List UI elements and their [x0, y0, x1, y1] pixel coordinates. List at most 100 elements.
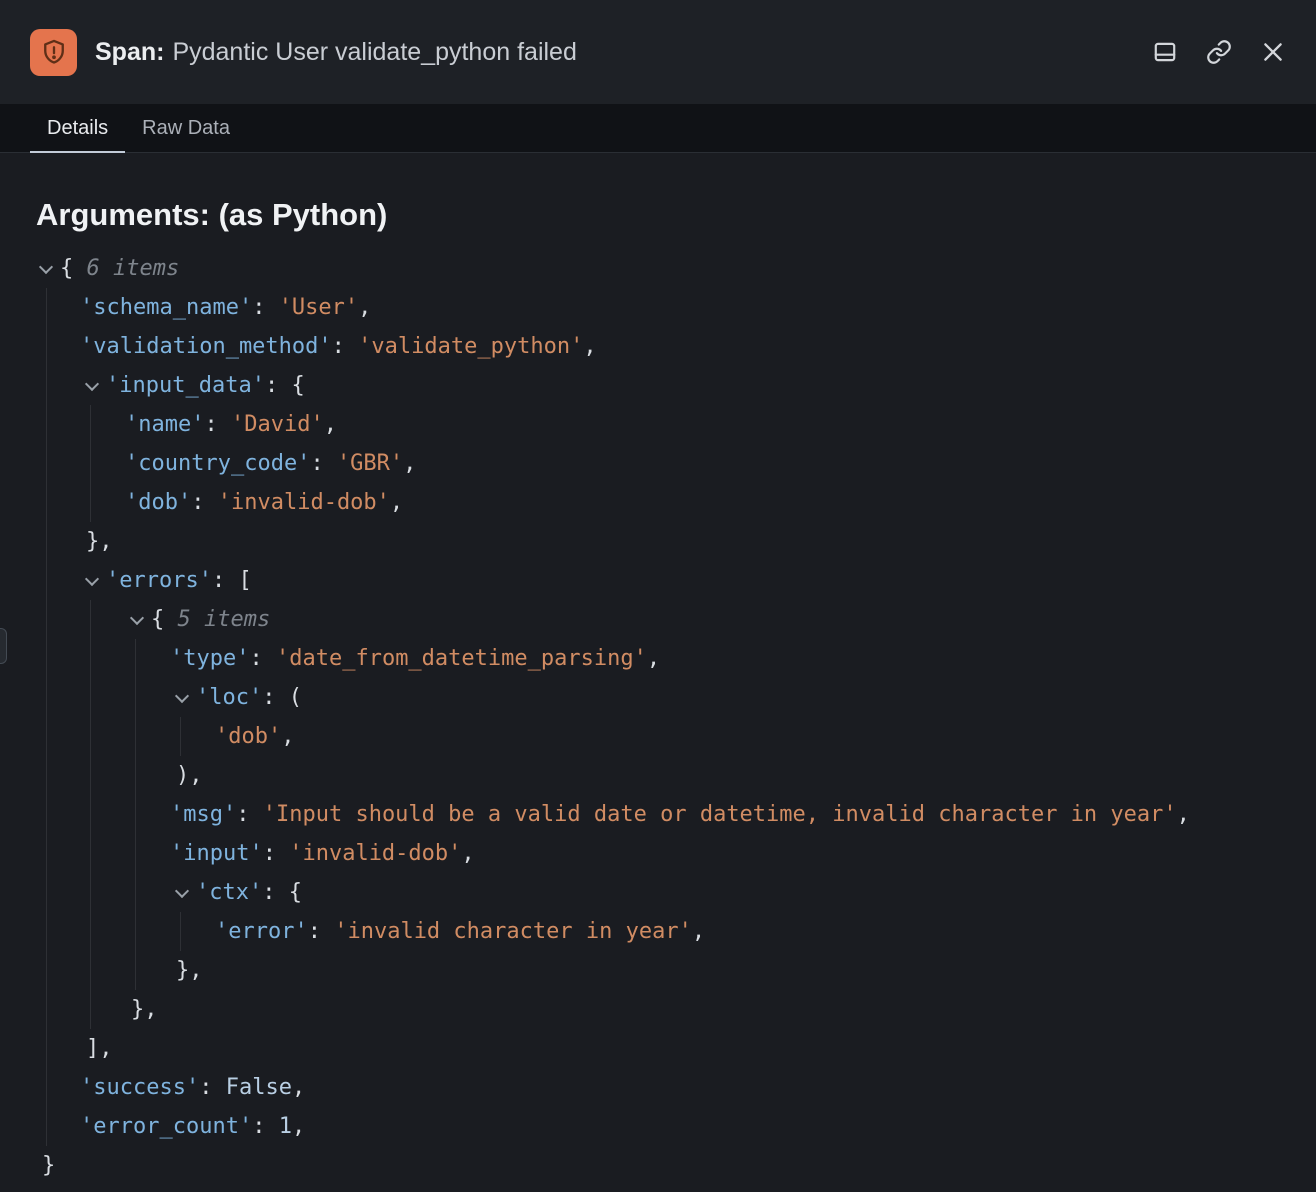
code-line: 'loc': ( [0, 678, 1316, 717]
code-token-str: 'invalid-dob' [218, 490, 390, 515]
code-line: 'msg': 'Input should be a valid date or … [0, 795, 1316, 834]
code-token-key: 'validation_method' [80, 334, 332, 359]
code-token-punc: , [292, 1075, 305, 1100]
code-line: } [0, 1146, 1316, 1185]
close-button[interactable] [1260, 39, 1286, 65]
code-token-punc: , [403, 451, 416, 476]
panel-header: Span:Pydantic User validate_python faile… [0, 0, 1316, 104]
code-token-punc: , [647, 646, 660, 671]
code-token-str: 'GBR' [337, 451, 403, 476]
code-token-punc: }, [86, 529, 113, 554]
code-token-key: 'dob' [125, 490, 191, 515]
code-line: 'errors': [ [0, 561, 1316, 600]
code-token-key: 'msg' [170, 802, 236, 827]
tab-details[interactable]: Details [30, 104, 125, 152]
code-token-key: 'loc' [196, 685, 262, 710]
panel-title-label: Span: [95, 38, 164, 66]
code-token-punc: , [1177, 802, 1190, 827]
code-token-punc: : [236, 802, 263, 827]
code-token-punc: } [42, 1153, 55, 1178]
code-tree: { 6 items'schema_name': 'User','validati… [0, 249, 1316, 1185]
code-token-punc: : [249, 646, 276, 671]
chevron-down-icon[interactable] [84, 573, 99, 588]
code-token-key: 'errors' [106, 568, 212, 593]
code-token-key: 'schema_name' [80, 295, 252, 320]
code-token-key: 'ctx' [196, 880, 262, 905]
code-line: 'name': 'David', [0, 405, 1316, 444]
code-token-items: 6 items [87, 256, 180, 281]
code-line: 'input_data': { [0, 366, 1316, 405]
code-line: ], [0, 1029, 1316, 1068]
header-actions [1152, 39, 1286, 65]
code-line: 'schema_name': 'User', [0, 288, 1316, 327]
code-token-key: 'type' [170, 646, 249, 671]
code-token-punc: : [ [212, 568, 252, 593]
chevron-down-icon[interactable] [129, 612, 144, 627]
code-token-punc: : [191, 490, 218, 515]
code-token-key: 'success' [80, 1075, 199, 1100]
left-edge-handle[interactable] [0, 628, 7, 664]
code-token-str: 'invalid character in year' [334, 919, 692, 944]
code-token-punc: : ( [262, 685, 302, 710]
code-token-punc: , [390, 490, 403, 515]
code-token-key: 'input' [170, 841, 263, 866]
code-line: 'validation_method': 'validate_python', [0, 327, 1316, 366]
code-token-str: 'David' [231, 412, 324, 437]
tab-details-label: Details [47, 117, 108, 140]
code-token-str: 'invalid-dob' [289, 841, 461, 866]
code-line: }, [0, 951, 1316, 990]
code-token-punc: , [324, 412, 337, 437]
code-line: { 5 items [0, 600, 1316, 639]
code-token-key: 'error_count' [80, 1114, 252, 1139]
chevron-down-icon[interactable] [38, 261, 53, 276]
code-token-str: 'validate_python' [358, 334, 583, 359]
code-token-punc: , [358, 295, 371, 320]
chevron-down-icon[interactable] [84, 378, 99, 393]
code-token-punc: : [252, 1114, 279, 1139]
code-token-punc: : [263, 841, 290, 866]
code-token-punc: , [292, 1114, 305, 1139]
code-token-punc: }, [131, 997, 158, 1022]
code-line: 'type': 'date_from_datetime_parsing', [0, 639, 1316, 678]
code-line: 'ctx': { [0, 873, 1316, 912]
tab-bar: Details Raw Data [0, 104, 1316, 153]
code-token-key: 'input_data' [106, 373, 265, 398]
close-icon [1260, 39, 1286, 65]
code-token-punc: ], [86, 1036, 113, 1061]
code-token-lit: 1 [279, 1114, 292, 1139]
code-token-punc: , [281, 724, 294, 749]
code-token-punc: : [332, 334, 359, 359]
copy-link-button[interactable] [1206, 39, 1232, 65]
code-line: 'error': 'invalid character in year', [0, 912, 1316, 951]
code-line: { 6 items [0, 249, 1316, 288]
dock-panel-icon [1152, 39, 1178, 65]
code-token-str: 'Input should be a valid date or datetim… [263, 802, 1177, 827]
link-icon [1206, 39, 1232, 65]
code-line: }, [0, 990, 1316, 1029]
chevron-down-icon[interactable] [174, 690, 189, 705]
dock-panel-button[interactable] [1152, 39, 1178, 65]
code-line: 'country_code': 'GBR', [0, 444, 1316, 483]
tab-raw-data[interactable]: Raw Data [125, 104, 247, 152]
code-line: 'dob', [0, 717, 1316, 756]
code-token-punc: : [310, 451, 337, 476]
code-line: 'success': False, [0, 1068, 1316, 1107]
arguments-heading: Arguments: (as Python) [36, 197, 1316, 233]
details-content: Arguments: (as Python) { 6 items'schema_… [0, 197, 1316, 1185]
code-line: }, [0, 522, 1316, 561]
code-token-str: 'dob' [215, 724, 281, 749]
code-line: 'dob': 'invalid-dob', [0, 483, 1316, 522]
code-token-punc: : { [265, 373, 305, 398]
alert-shield-icon [30, 29, 77, 76]
span-detail-panel: Span:Pydantic User validate_python faile… [0, 0, 1316, 1185]
code-token-lit: False [226, 1075, 292, 1100]
panel-title: Span:Pydantic User validate_python faile… [95, 38, 577, 67]
code-line: ), [0, 756, 1316, 795]
code-token-punc: : [252, 295, 279, 320]
code-token-punc: , [692, 919, 705, 944]
code-token-punc: ), [176, 763, 203, 788]
tab-raw-data-label: Raw Data [142, 117, 230, 140]
chevron-down-icon[interactable] [174, 885, 189, 900]
code-token-punc: , [461, 841, 474, 866]
code-token-punc: : [199, 1075, 226, 1100]
